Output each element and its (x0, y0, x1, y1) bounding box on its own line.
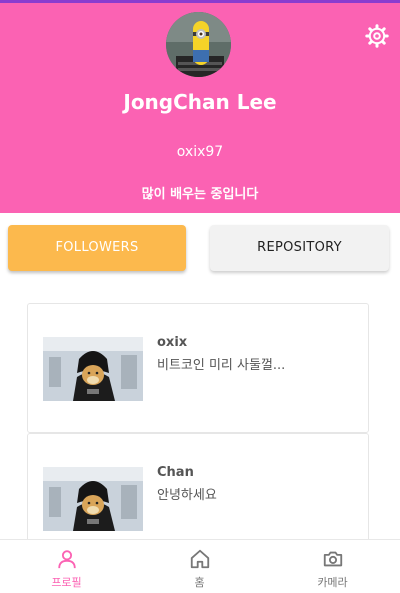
home-icon (190, 549, 210, 569)
bottom-navigation: 프로필 홈 카메라 (0, 539, 400, 593)
top-accent-line (0, 0, 400, 3)
follower-text: 안녕하세요 (157, 488, 217, 503)
nav-item-profile[interactable]: 프로필 (0, 540, 133, 593)
followers-list[interactable]: oxix 비트코인 미리 사둘껄... Chan 안녕하세요 (27, 303, 369, 539)
nav-item-camera[interactable]: 카메라 (266, 540, 399, 593)
followers-button[interactable]: FOLLOWERS (8, 225, 186, 271)
list-item[interactable]: oxix 비트코인 미리 사둘껄... (27, 303, 369, 433)
person-icon (58, 550, 76, 569)
list-item[interactable]: Chan 안녕하세요 (27, 433, 369, 539)
profile-bio: 많이 배우는 중입니다 (141, 187, 259, 202)
nav-label-profile: 프로필 (51, 576, 82, 589)
doge-vader-image (43, 337, 143, 401)
profile-header: JongChan Lee oxix97 많이 배우는 중입니다 (0, 0, 400, 213)
follower-text: 비트코인 미리 사둘껄... (157, 358, 286, 373)
profile-handle: oxix97 (176, 144, 224, 160)
nav-item-home[interactable]: 홈 (133, 540, 266, 593)
follower-name: Chan (157, 465, 194, 480)
gear-icon[interactable] (365, 24, 389, 48)
minion-avatar-image (166, 12, 231, 77)
nav-label-home: 홈 (194, 576, 205, 589)
profile-screen: JongChan Lee oxix97 많이 배우는 중입니다 FOLLOWER… (0, 0, 400, 593)
avatar (166, 12, 231, 77)
repository-button[interactable]: REPOSITORY (210, 225, 389, 271)
follower-name: oxix (157, 335, 188, 350)
profile-name: JongChan Lee (123, 90, 277, 114)
camera-icon (323, 551, 343, 567)
doge-vader-image (43, 467, 143, 531)
nav-label-camera: 카메라 (317, 576, 348, 589)
